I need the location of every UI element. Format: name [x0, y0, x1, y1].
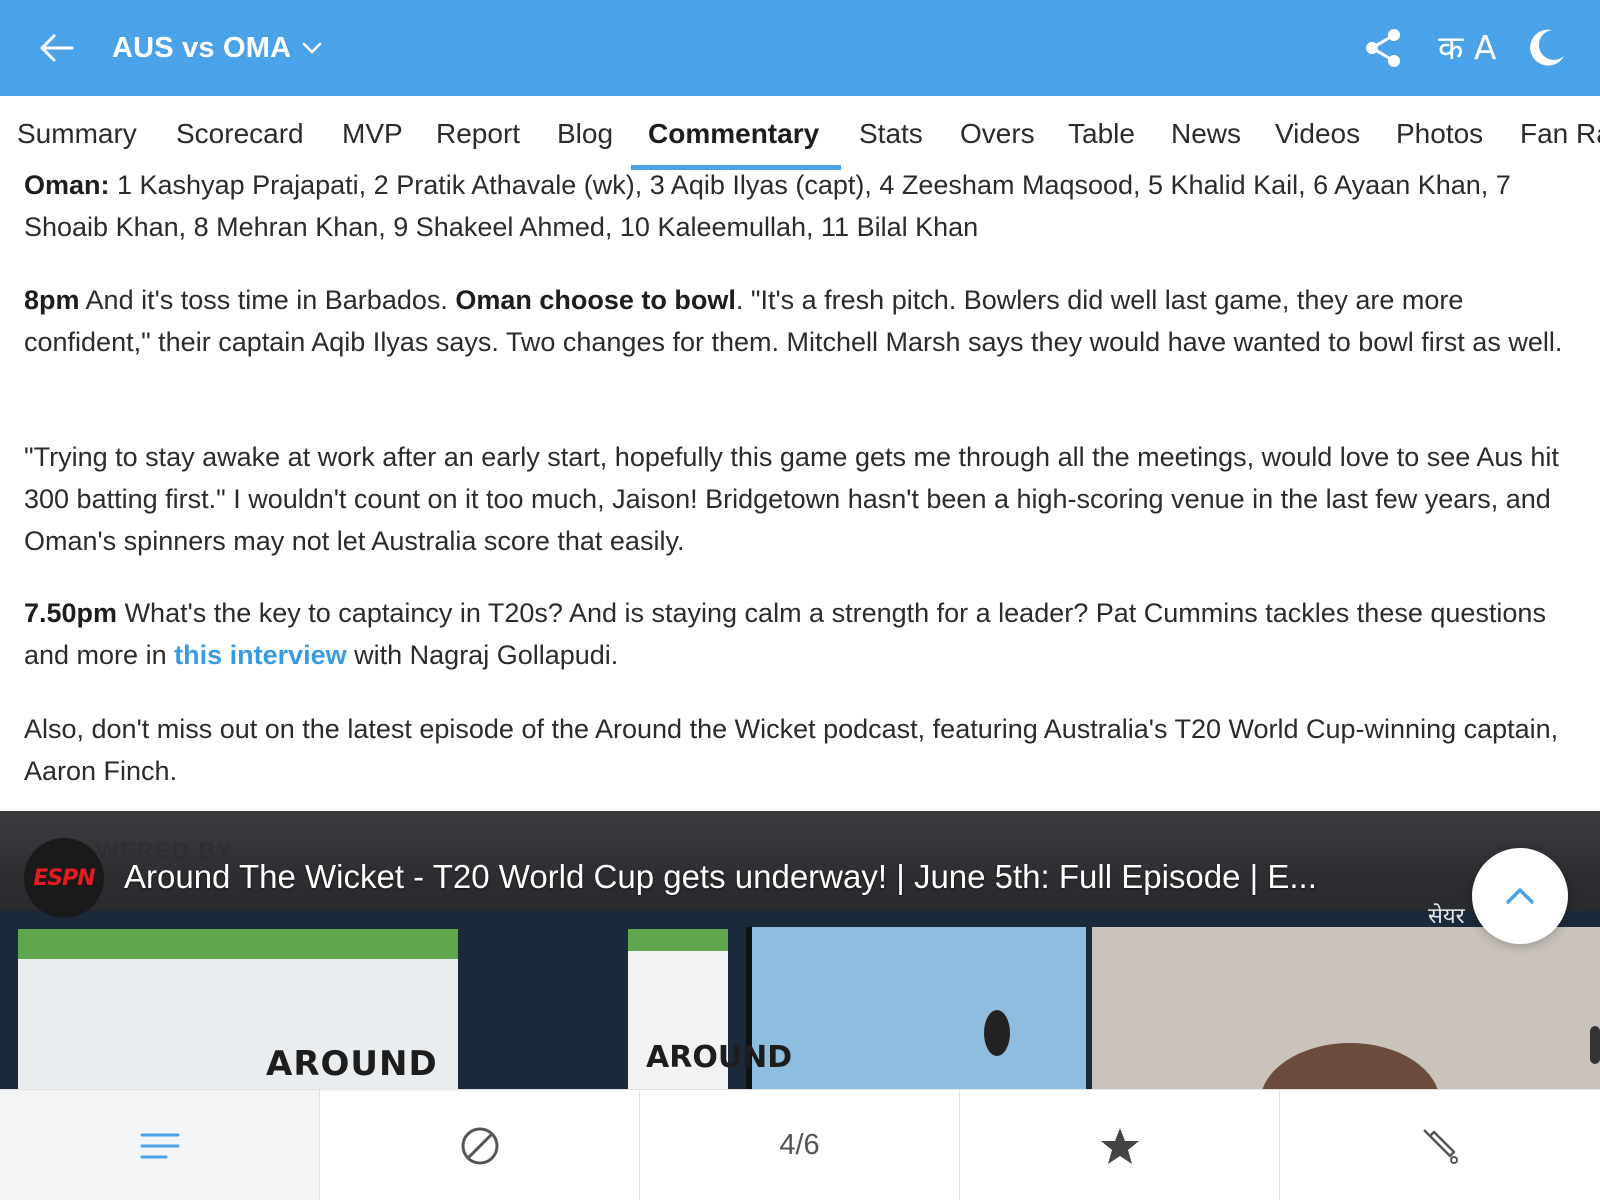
chevron-down-icon[interactable] [298, 34, 326, 62]
bottom-navigation: 4/6 [0, 1089, 1600, 1200]
tab-commentary[interactable]: Commentary [648, 116, 819, 152]
toss-text: And it's toss time in Barbados. [79, 285, 456, 315]
language-toggle-button[interactable]: क A [1438, 28, 1496, 68]
tab-blog[interactable]: Blog [557, 116, 613, 152]
bottom-nav-menu[interactable] [0, 1090, 320, 1200]
scrollbar[interactable] [1590, 1026, 1600, 1064]
tab-news[interactable]: News [1171, 116, 1241, 152]
video-title[interactable]: Around The Wicket - T20 World Cup gets u… [124, 856, 1394, 898]
tab-videos[interactable]: Videos [1275, 116, 1360, 152]
share-icon[interactable] [1362, 26, 1406, 70]
podcast-text: Also, don't miss out on the latest episo… [24, 714, 1559, 786]
lineup-team: Oman: [24, 170, 110, 200]
tab-table[interactable]: Table [1068, 116, 1135, 152]
entry-time: 8pm [24, 285, 80, 315]
scroll-to-top-button[interactable] [1472, 848, 1568, 944]
tab-stats[interactable]: Stats [859, 116, 923, 152]
chevron-up-icon [1506, 888, 1534, 904]
captaincy-text-rest: with Nagraj Gollapudi. [346, 640, 619, 670]
arrow-left-icon [40, 34, 74, 62]
entry-time: 7.50pm [24, 598, 118, 628]
video-share-label[interactable]: सेयर [1428, 900, 1465, 930]
tab-photos[interactable]: Photos [1396, 116, 1483, 152]
tab-scorecard[interactable]: Scorecard [176, 116, 304, 152]
bottom-nav-favourites[interactable] [960, 1090, 1280, 1200]
ball-icon [461, 1127, 498, 1164]
podcast-entry: Also, don't miss out on the latest episo… [24, 708, 1580, 792]
around-the-wicket-sign: AROUND [266, 1044, 438, 1084]
fan-comment-entry: "Trying to stay awake at work after an e… [24, 436, 1580, 562]
star-icon [1100, 1127, 1139, 1164]
toss-entry: 8pm And it's toss time in Barbados. Oman… [24, 279, 1580, 363]
interview-link[interactable]: this interview [174, 640, 347, 670]
app-header: AUS vs OMA क A [0, 0, 1600, 96]
back-button[interactable] [34, 28, 78, 68]
lineup-text: 1 Kashyap Prajapati, 2 Pratik Athavale (… [24, 170, 1511, 242]
tab-mvp[interactable]: MVP [342, 116, 403, 152]
tab-fan-ratings[interactable]: Fan Ra [1520, 116, 1600, 152]
tab-report[interactable]: Report [436, 116, 520, 152]
toss-highlight: Oman choose to bowl [455, 285, 736, 315]
match-tabs: Summary Scorecard MVP Report Blog Commen… [0, 96, 1600, 172]
studio-window [746, 927, 1086, 1089]
channel-avatar[interactable]: ESPN [24, 838, 104, 918]
bat-icon [1423, 1128, 1458, 1164]
bottom-nav-page-counter[interactable]: 4/6 [640, 1090, 960, 1200]
dark-mode-moon-icon[interactable] [1522, 26, 1566, 70]
active-tab-indicator [631, 165, 841, 170]
around-the-wicket-sign: AROUND [646, 1040, 793, 1075]
bottom-nav-live[interactable] [320, 1090, 640, 1200]
lineup-entry: Oman: 1 Kashyap Prajapati, 2 Pratik Atha… [24, 164, 1580, 248]
tab-summary[interactable]: Summary [17, 116, 137, 152]
fan-comment-text: "Trying to stay awake at work after an e… [24, 442, 1559, 556]
espn-logo: ESPN [33, 865, 95, 891]
video-player[interactable] [0, 811, 1600, 1089]
page-counter: 4/6 [779, 1129, 820, 1161]
bottom-nav-fantasy[interactable] [1280, 1090, 1600, 1200]
tab-overs[interactable]: Overs [960, 116, 1035, 152]
menu-icon [140, 1133, 179, 1158]
match-title[interactable]: AUS vs OMA [112, 28, 291, 68]
captaincy-entry: 7.50pm What's the key to captaincy in T2… [24, 592, 1580, 676]
studio-lamp [984, 1010, 1010, 1056]
